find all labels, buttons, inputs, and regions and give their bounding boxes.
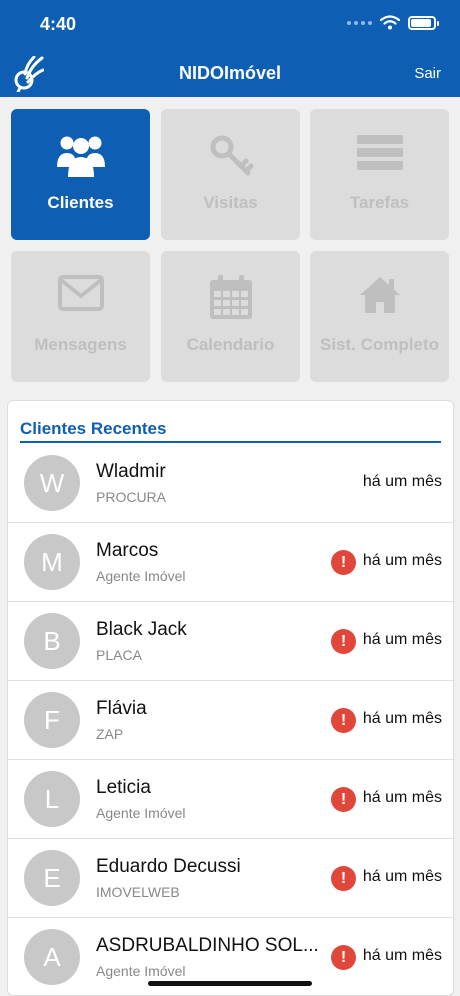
tile-mensagens[interactable]: Mensagens [11, 251, 150, 382]
app-title: NIDOImóvel [178, 63, 282, 83]
client-source: Agente Imóvel [96, 568, 186, 584]
avatar: E [24, 850, 80, 906]
client-time: há um mês [362, 789, 442, 806]
client-name: ASDRUBALDINHO SOL... [96, 935, 319, 956]
client-source: ZAP [96, 726, 124, 742]
battery-icon [408, 15, 439, 30]
avatar: F [24, 692, 80, 748]
mail-icon [57, 275, 104, 311]
tile-sist-completo[interactable]: Sist. Completo [310, 251, 449, 382]
tile-label: Tarefas [349, 193, 410, 212]
client-row[interactable]: F Flávia ZAP ! há um mês [8, 681, 453, 760]
alert-icon: ! [331, 787, 356, 812]
alert-icon: ! [331, 550, 356, 575]
client-row[interactable]: L Leticia Agente Imóvel ! há um mês [8, 760, 453, 839]
client-row[interactable]: M Marcos Agente Imóvel ! há um mês [8, 523, 453, 602]
list-icon [356, 135, 403, 170]
client-name: Black Jack [96, 619, 187, 640]
alert-icon: ! [331, 629, 356, 654]
client-name: Wladmir [96, 461, 166, 482]
alert-icon: ! [331, 866, 356, 891]
client-name: Marcos [96, 540, 159, 561]
client-name: Flávia [96, 698, 147, 719]
section-title: Clientes Recentes [20, 419, 167, 438]
status-icons [347, 15, 439, 30]
key-icon [210, 135, 253, 176]
client-source: PLACA [96, 647, 142, 663]
wifi-icon [380, 15, 400, 30]
client-time: há um mês [362, 868, 442, 885]
client-source: PROCURA [96, 489, 167, 505]
avatar: B [24, 613, 80, 669]
section-divider [20, 441, 441, 443]
tile-label: Visitas [203, 193, 258, 212]
client-row[interactable]: W Wladmir PROCURA há um mês [8, 444, 453, 523]
recent-clients-card: Clientes Recentes W Wladmir PROCURA há u… [7, 400, 454, 996]
tile-tarefas[interactable]: Tarefas [310, 109, 449, 240]
tile-label: Calendario [186, 335, 275, 354]
tile-label: Sist. Completo [319, 335, 439, 354]
tile-label: Mensagens [34, 335, 127, 354]
alert-icon: ! [331, 945, 356, 970]
avatar: W [24, 455, 80, 511]
app-header: 4:40 NIDOImóvel Sair [0, 0, 460, 97]
client-source: Agente Imóvel [96, 963, 186, 979]
client-row[interactable]: E Eduardo Decussi IMOVELWEB ! há um mês [8, 839, 453, 918]
client-time: há um mês [362, 631, 442, 648]
client-source: IMOVELWEB [96, 884, 180, 900]
alert-icon: ! [331, 708, 356, 733]
avatar: A [24, 929, 80, 985]
tile-visitas[interactable]: Visitas [161, 109, 300, 240]
client-name: Leticia [96, 777, 151, 798]
client-time: há um mês [362, 947, 442, 964]
logout-button[interactable]: Sair [414, 65, 441, 82]
tile-label: Clientes [47, 193, 114, 212]
status-time: 4:40 [40, 14, 77, 34]
client-time: há um mês [362, 552, 442, 569]
client-row[interactable]: B Black Jack PLACA ! há um mês [8, 602, 453, 681]
avatar: M [24, 534, 80, 590]
client-time: há um mês [362, 473, 442, 490]
tile-calendario[interactable]: Calendario [161, 251, 300, 382]
home-icon [359, 277, 400, 313]
calendar-icon [209, 275, 252, 319]
client-source: Agente Imóvel [96, 805, 186, 821]
users-icon [56, 136, 105, 177]
tile-clientes[interactable]: Clientes [11, 109, 150, 240]
client-name: Eduardo Decussi [96, 856, 241, 877]
avatar: L [24, 771, 80, 827]
home-indicator[interactable] [148, 981, 312, 986]
client-time: há um mês [362, 710, 442, 727]
signal-icon [347, 20, 372, 25]
